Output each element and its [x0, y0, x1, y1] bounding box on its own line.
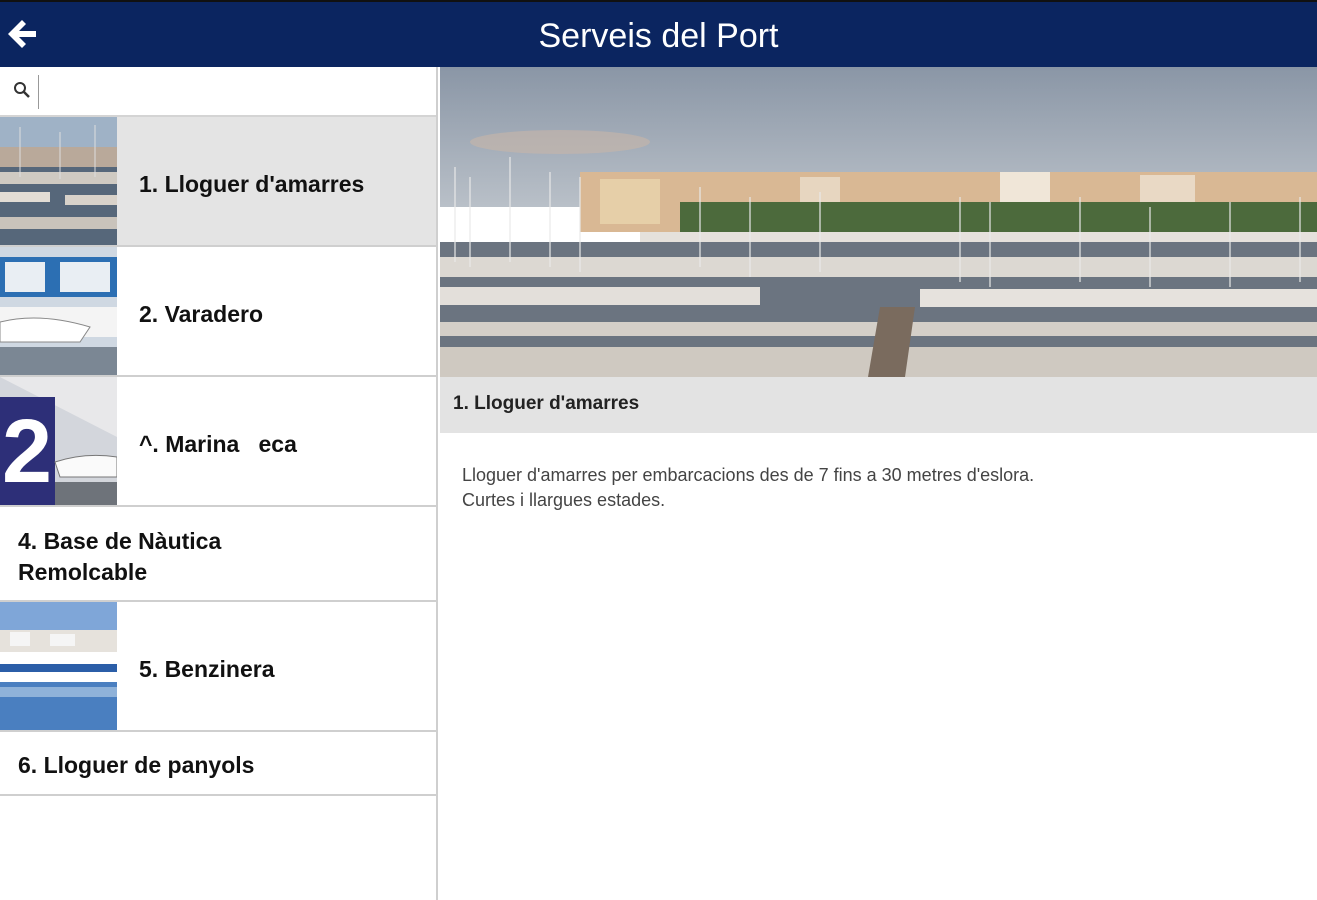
- list-item-benzinera[interactable]: 5. Benzinera: [0, 602, 436, 732]
- svg-text:2: 2: [2, 402, 52, 502]
- detail-panel: 1. Lloguer d'amarres Lloguer d'amarres p…: [440, 67, 1317, 900]
- item-label-line1: 4. Base de Nàutica: [18, 528, 222, 554]
- description-line-2: Curtes i llargues estades.: [462, 490, 666, 510]
- detail-title-bar: 1. Lloguer d'amarres: [440, 377, 1317, 433]
- item-label: 5. Benzinera: [139, 656, 275, 682]
- detail-description: Lloguer d'amarres per embarcacions des d…: [462, 463, 1034, 513]
- list-item-lloguer-amarres[interactable]: 1. Lloguer d'amarres: [0, 117, 436, 247]
- search-bar: [0, 67, 436, 117]
- description-line-1: Lloguer d'amarres per embarcacions des d…: [462, 465, 1035, 485]
- page-title: Serveis del Port: [538, 17, 779, 55]
- item-label: 1. Lloguer d'amarres: [139, 171, 365, 197]
- item-label: 6. Lloguer de panyols: [18, 752, 255, 778]
- list-item-marina-seca[interactable]: 2 ^. Marina eca: [0, 377, 436, 507]
- app-header: Serveis del Port: [0, 0, 1317, 67]
- services-list-panel: 1. Lloguer d'amarres 2. Varadero 2 ^. Ma…: [0, 67, 438, 900]
- item-label-line2: Remolcable: [18, 559, 148, 585]
- marina-hero-image: [440, 67, 1317, 377]
- dry-marina-thumb: 2: [0, 377, 117, 505]
- list-item-lloguer-panyols[interactable]: 6. Lloguer de panyols: [0, 732, 436, 796]
- search-input[interactable]: [38, 75, 425, 109]
- search-icon[interactable]: [12, 80, 32, 100]
- item-label: 2. Varadero: [139, 301, 264, 327]
- list-item-varadero[interactable]: 2. Varadero: [0, 247, 436, 377]
- fuel-station-thumb: [0, 602, 117, 730]
- marina-boats-thumb: [0, 117, 117, 245]
- boatyard-thumb: [0, 247, 117, 375]
- item-label: ^. Marina eca: [139, 431, 297, 457]
- detail-title: 1. Lloguer d'amarres: [453, 393, 640, 414]
- list-item-base-nautica[interactable]: 4. Base de Nàutica Remolcable: [0, 507, 436, 602]
